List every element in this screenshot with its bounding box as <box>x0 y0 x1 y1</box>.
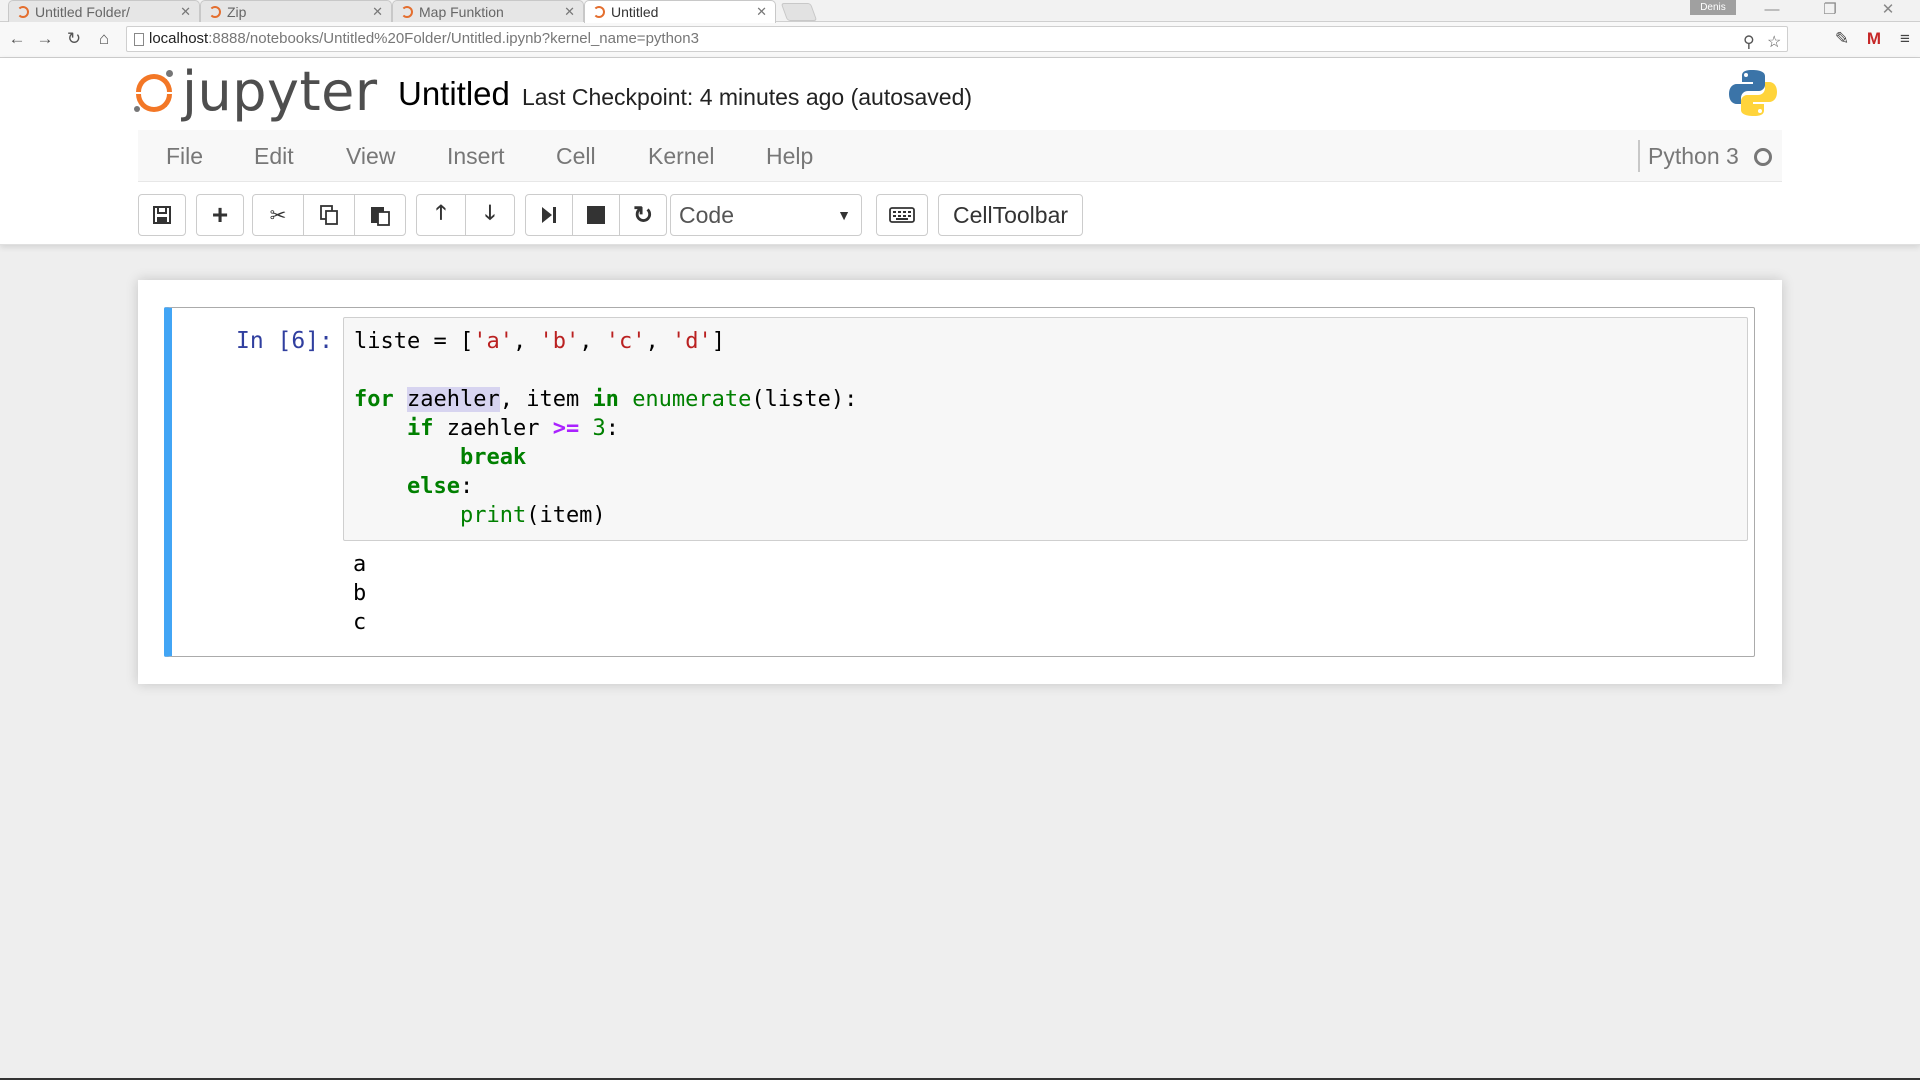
kernel-idle-indicator-icon <box>1754 148 1772 166</box>
tab-label: Untitled Folder/ <box>35 3 130 20</box>
stop-icon <box>587 206 605 224</box>
page-icon <box>134 33 144 46</box>
jupyter-favicon-icon <box>17 5 29 18</box>
move-up-button[interactable]: 🡑 <box>416 194 466 236</box>
extension-icon[interactable]: ✎ <box>1830 27 1854 51</box>
menu-edit[interactable]: Edit <box>254 143 294 170</box>
profile-badge[interactable]: Denis <box>1690 0 1736 15</box>
menu-insert[interactable]: Insert <box>447 143 505 170</box>
celltoolbar-button[interactable]: CellToolbar <box>938 194 1083 236</box>
url-path: :8888/notebooks/Untitled%20Folder/Untitl… <box>208 30 699 47</box>
python-logo-icon <box>1729 70 1777 116</box>
cell-type-value: Code <box>679 202 734 228</box>
restore-icon[interactable]: ❐ <box>1810 0 1850 22</box>
browser-tab[interactable]: Untitled Folder/ ✕ <box>8 0 200 22</box>
insert-cell-button[interactable]: + <box>196 194 244 236</box>
new-tab-button[interactable] <box>780 3 818 21</box>
scissors-icon: ✂ <box>269 204 287 227</box>
dropdown-caret-icon: ▼ <box>837 207 851 223</box>
browser-tab-active[interactable]: Untitled ✕ <box>584 0 776 23</box>
copy-icon <box>320 205 338 225</box>
jupyter-header: jupyter Untitled Last Checkpoint: 4 minu… <box>0 58 1920 245</box>
arrow-down-icon: 🡓 <box>484 202 496 224</box>
step-forward-icon <box>542 207 556 223</box>
output-line: b <box>353 581 367 606</box>
home-icon[interactable]: ⌂ <box>93 28 115 50</box>
refresh-icon: ↻ <box>632 201 654 229</box>
notebook-title[interactable]: Untitled <box>398 75 510 113</box>
arrow-up-icon: 🡑 <box>435 202 447 224</box>
jupyter-favicon-icon <box>401 5 413 18</box>
menu-kernel[interactable]: Kernel <box>648 143 714 170</box>
output-line: a <box>353 552 367 577</box>
copy-button[interactable] <box>303 194 355 236</box>
output-line: c <box>353 610 367 635</box>
reload-icon[interactable]: ↻ <box>63 28 85 50</box>
zoom-icon[interactable]: ⚲ <box>1743 31 1755 55</box>
bookmark-star-icon[interactable]: ☆ <box>1767 31 1781 55</box>
command-palette-button[interactable] <box>876 194 928 236</box>
interrupt-button[interactable] <box>572 194 620 236</box>
kernel-separator <box>1638 140 1640 172</box>
cut-button[interactable]: ✂ <box>252 194 304 236</box>
tab-label: Untitled <box>611 4 659 20</box>
menu-file[interactable]: File <box>166 143 203 170</box>
run-cell-button[interactable] <box>525 194 573 236</box>
close-icon[interactable]: ✕ <box>180 4 191 20</box>
kernel-name: Python 3 <box>1648 143 1739 169</box>
url-host: localhost <box>149 30 209 47</box>
save-button[interactable] <box>138 194 186 236</box>
restart-kernel-button[interactable]: ↻ <box>619 194 667 236</box>
jupyter-favicon-icon <box>209 5 221 18</box>
checkpoint-status: Last Checkpoint: 4 minutes ago (autosave… <box>522 84 973 110</box>
jupyter-favicon-icon <box>593 6 605 18</box>
code-editor[interactable]: liste = ['a', 'b', 'c', 'd'] for zaehler,… <box>343 317 1748 541</box>
paste-button[interactable] <box>354 194 406 236</box>
forward-icon[interactable]: → <box>34 28 56 50</box>
jupyter-logo[interactable]: jupyter <box>134 60 378 123</box>
close-icon[interactable]: ✕ <box>372 4 383 20</box>
url-bar[interactable]: localhost:8888/notebooks/Untitled%20Fold… <box>126 26 1788 52</box>
tab-label: Map Funktion <box>419 3 504 20</box>
back-icon[interactable]: ← <box>6 28 28 50</box>
notebook-container: In [6]: liste = ['a', 'b', 'c', 'd'] for … <box>138 280 1782 684</box>
window-close-icon[interactable]: ✕ <box>1868 0 1908 22</box>
browser-tab[interactable]: Zip ✕ <box>200 0 392 22</box>
code-cell[interactable]: In [6]: liste = ['a', 'b', 'c', 'd'] for … <box>164 307 1755 657</box>
menu-bar: File Edit View Insert Cell Kernel Help P… <box>138 130 1782 182</box>
browser-tabbar: Untitled Folder/ ✕ Zip ✕ Map Funktion ✕ … <box>0 0 1920 23</box>
minimize-icon[interactable]: — <box>1752 0 1792 22</box>
move-down-button[interactable]: 🡓 <box>465 194 515 236</box>
input-prompt: In [6]: <box>236 328 333 354</box>
save-icon <box>153 206 171 224</box>
browser-menu-icon[interactable]: ≡ <box>1893 27 1917 51</box>
browser-address-row: ← → ↻ ⌂ localhost:8888/notebooks/Untitle… <box>0 22 1920 58</box>
close-icon[interactable]: ✕ <box>564 4 575 20</box>
menu-help[interactable]: Help <box>766 143 813 170</box>
code-source[interactable]: liste = ['a', 'b', 'c', 'd'] for zaehler,… <box>354 327 857 530</box>
cell-type-select[interactable]: Code ▼ <box>670 194 862 236</box>
close-icon[interactable]: ✕ <box>756 4 767 20</box>
paste-icon <box>371 207 390 226</box>
gmail-icon[interactable]: M <box>1862 27 1886 51</box>
cell-output: abc <box>353 550 366 637</box>
keyboard-icon <box>889 207 915 223</box>
menu-view[interactable]: View <box>346 143 395 170</box>
browser-tab[interactable]: Map Funktion ✕ <box>392 0 584 22</box>
plus-icon: + <box>211 199 229 230</box>
logo-text: jupyter <box>182 60 378 123</box>
jupyter-logo-icon <box>134 70 173 112</box>
menu-cell[interactable]: Cell <box>556 143 596 170</box>
tab-label: Zip <box>227 3 247 20</box>
